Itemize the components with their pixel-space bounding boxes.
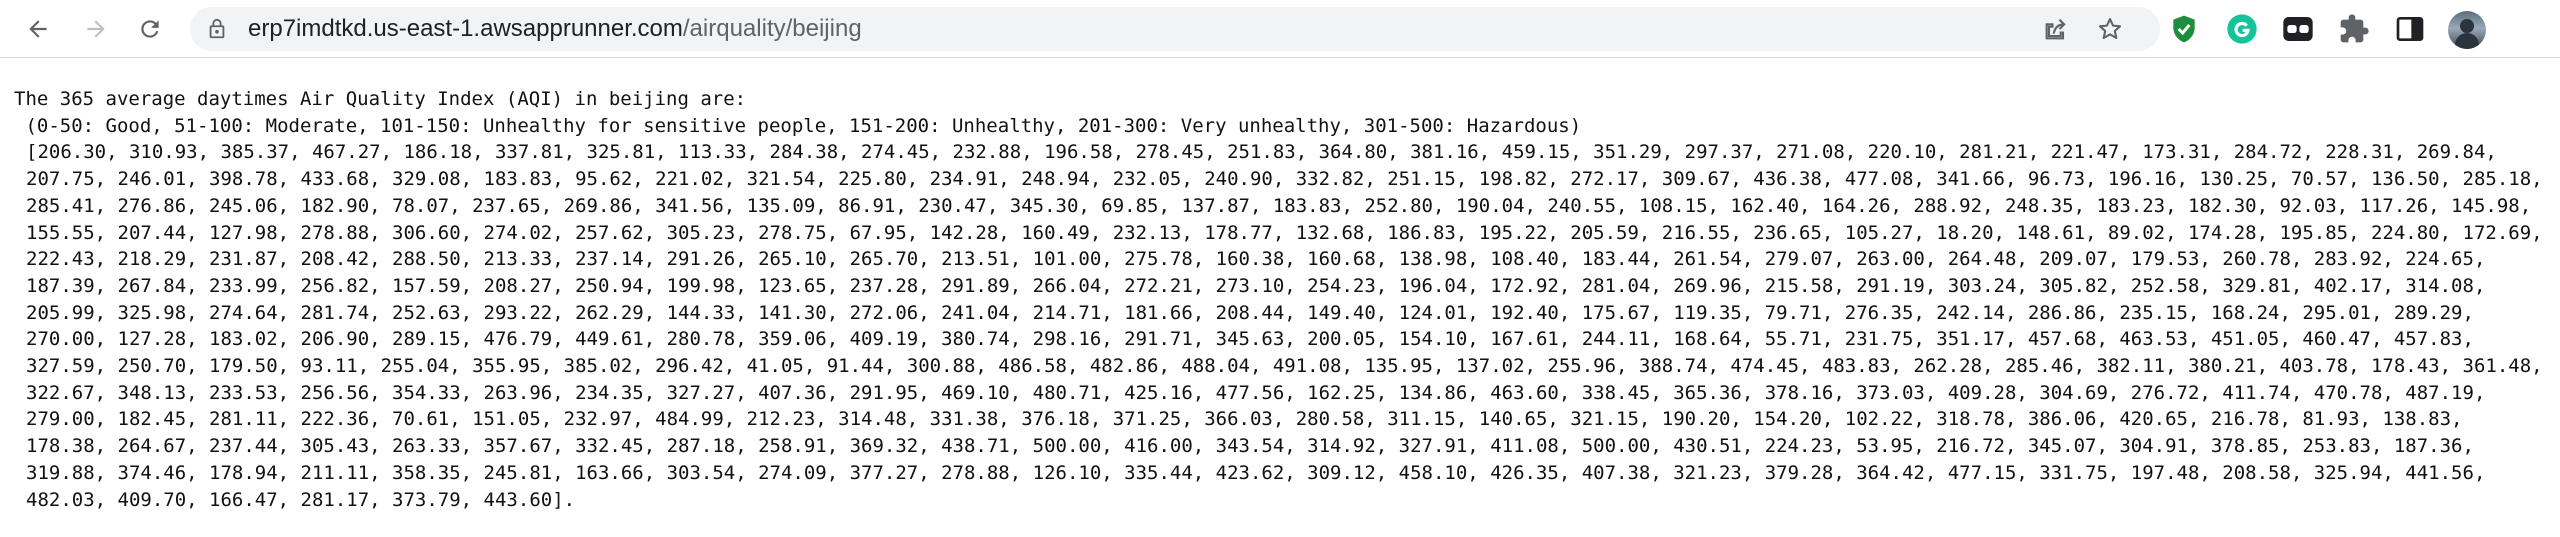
- forward-arrow-icon: [87, 20, 105, 38]
- page-body: The 365 average daytimes Air Quality Ind…: [14, 86, 2544, 513]
- side-panel-icon[interactable]: [2394, 13, 2426, 45]
- reload-icon: [141, 20, 159, 38]
- url-host: erp7imdtkd.us-east-1.awsapprunner.com: [248, 15, 683, 42]
- forward-button[interactable]: [78, 11, 114, 47]
- url-path: /airquality/beijing: [682, 15, 862, 42]
- glasses-icon[interactable]: [2282, 13, 2314, 45]
- puzzle-icon[interactable]: [2338, 13, 2370, 45]
- shield-check-icon[interactable]: [2168, 13, 2200, 45]
- address-bar[interactable]: erp7imdtkd.us-east-1.awsapprunner.com/ai…: [190, 7, 2160, 51]
- avatar[interactable]: [2448, 11, 2486, 49]
- browser-toolbar: erp7imdtkd.us-east-1.awsapprunner.com/ai…: [0, 0, 2560, 58]
- lock-icon[interactable]: [206, 18, 228, 40]
- aqi-values-list: [206.30, 310.93, 385.37, 467.27, 186.18,…: [26, 141, 2543, 511]
- aqi-legend: (0-50: Good, 51-100: Moderate, 101-150: …: [14, 114, 1582, 137]
- url-text[interactable]: erp7imdtkd.us-east-1.awsapprunner.com/ai…: [248, 7, 862, 51]
- page-heading: The 365 average daytimes Air Quality Ind…: [14, 88, 747, 110]
- share-icon[interactable]: [2042, 15, 2070, 43]
- reload-button[interactable]: [132, 11, 168, 47]
- back-arrow-icon: [29, 20, 47, 38]
- avatar-figure-shape: [2460, 19, 2474, 33]
- back-button[interactable]: [20, 11, 56, 47]
- grammarly-icon[interactable]: [2226, 13, 2258, 45]
- star-icon[interactable]: [2096, 15, 2124, 43]
- avatar-body-shape: [2455, 33, 2479, 49]
